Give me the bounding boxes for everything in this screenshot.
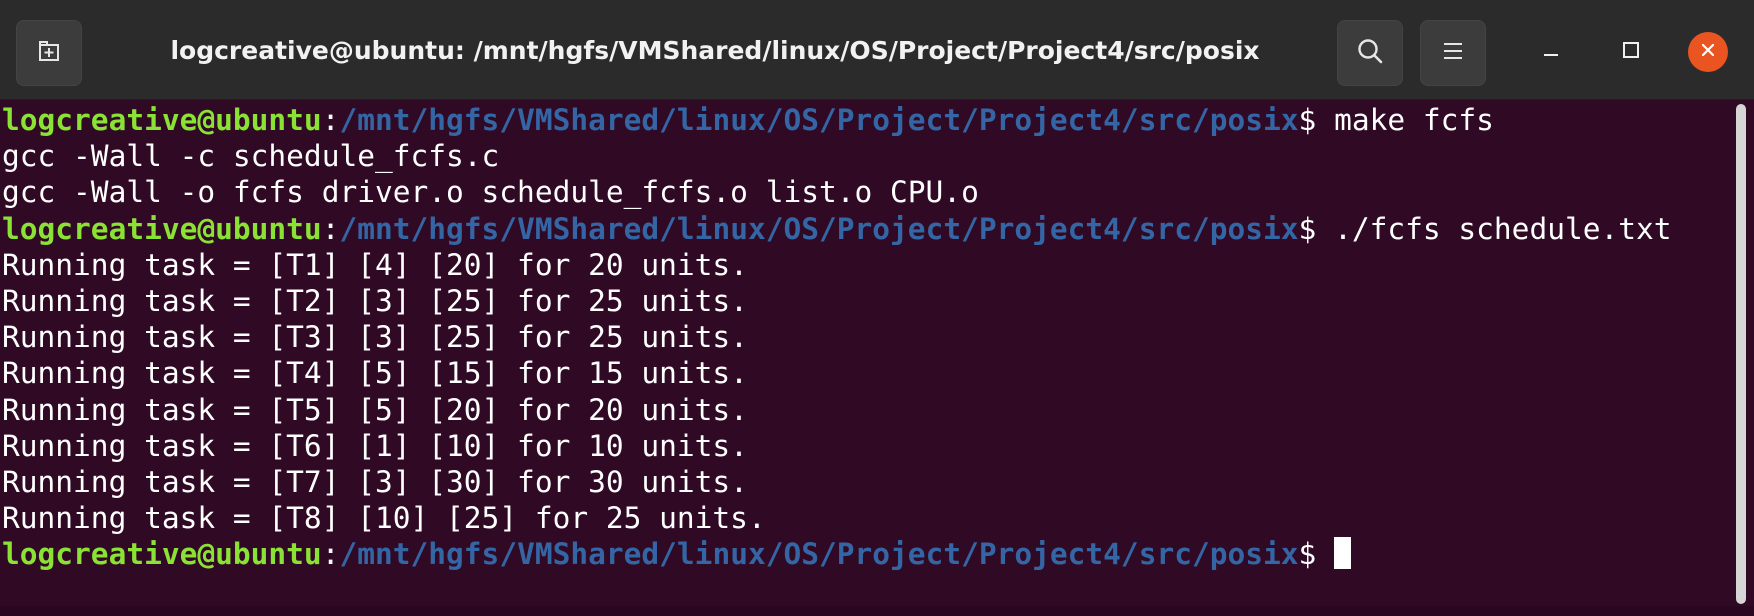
minimize-icon	[1540, 39, 1562, 66]
prompt-line: logcreative@ubuntu:/mnt/hgfs/VMShared/li…	[2, 536, 1735, 572]
output-text: Running task = [T7] [3] [30] for 30 unit…	[2, 464, 748, 499]
output-line: Running task = [T3] [3] [25] for 25 unit…	[2, 319, 1735, 355]
close-icon	[1698, 40, 1718, 65]
search-button[interactable]	[1337, 20, 1403, 86]
prompt-path: /mnt/hgfs/VMShared/linux/OS/Project/Proj…	[339, 537, 1299, 572]
terminal-window: logcreative@ubuntu: /mnt/hgfs/VMShared/l…	[0, 0, 1754, 616]
output-text: Running task = [T8] [10] [25] for 25 uni…	[2, 501, 766, 536]
command-text: ./fcfs schedule.txt	[1316, 211, 1672, 246]
minimize-button[interactable]	[1529, 30, 1573, 74]
new-tab-button[interactable]	[16, 20, 82, 86]
text-cursor	[1334, 537, 1352, 570]
output-text: Running task = [T5] [5] [20] for 20 unit…	[2, 392, 748, 427]
maximize-button[interactable]	[1609, 30, 1653, 74]
output-text: gcc -Wall -o fcfs driver.o schedule_fcfs…	[2, 175, 979, 210]
maximize-icon	[1620, 39, 1642, 66]
prompt-user: logcreative@ubuntu	[2, 537, 322, 572]
output-text: Running task = [T3] [3] [25] for 25 unit…	[2, 320, 748, 355]
prompt-line: logcreative@ubuntu:/mnt/hgfs/VMShared/li…	[2, 211, 1735, 247]
output-text: Running task = [T2] [3] [25] for 25 unit…	[2, 283, 748, 318]
menu-button[interactable]	[1420, 20, 1486, 86]
close-button[interactable]	[1688, 32, 1728, 72]
output-line: Running task = [T8] [10] [25] for 25 uni…	[2, 500, 1735, 536]
output-text: Running task = [T4] [5] [15] for 15 unit…	[2, 356, 748, 391]
command-text: make fcfs	[1316, 103, 1494, 137]
new-tab-icon	[34, 36, 64, 71]
terminal-output[interactable]: logcreative@ubuntu:/mnt/hgfs/VMShared/li…	[0, 100, 1735, 616]
prompt-symbol: $	[1298, 211, 1317, 246]
output-line: Running task = [T7] [3] [30] for 30 unit…	[2, 464, 1735, 500]
hamburger-menu-icon	[1440, 38, 1466, 69]
prompt-separator: :	[321, 537, 340, 572]
prompt-path: /mnt/hgfs/VMShared/linux/OS/Project/Proj…	[339, 103, 1299, 137]
search-icon	[1355, 36, 1385, 71]
window-title: logcreative@ubuntu: /mnt/hgfs/VMShared/l…	[170, 35, 1260, 65]
window-bottom-edge	[0, 606, 1754, 616]
output-text: Running task = [T6] [1] [10] for 10 unit…	[2, 428, 748, 463]
prompt-symbol: $	[1298, 537, 1317, 572]
prompt-path: /mnt/hgfs/VMShared/linux/OS/Project/Proj…	[339, 211, 1299, 246]
prompt-user: logcreative@ubuntu	[2, 211, 322, 246]
terminal-scrollbar[interactable]	[1736, 104, 1746, 604]
output-text: Running task = [T1] [4] [20] for 20 unit…	[2, 247, 748, 282]
output-text: gcc -Wall -c schedule_fcfs.c	[2, 139, 500, 174]
title-bar: logcreative@ubuntu: /mnt/hgfs/VMShared/l…	[0, 0, 1754, 100]
output-line: Running task = [T4] [5] [15] for 15 unit…	[2, 355, 1735, 391]
command-text	[1316, 537, 1334, 571]
prompt-separator: :	[321, 103, 340, 137]
prompt-line: logcreative@ubuntu:/mnt/hgfs/VMShared/li…	[2, 102, 1735, 138]
output-line: gcc -Wall -c schedule_fcfs.c	[2, 138, 1735, 174]
prompt-separator: :	[321, 211, 340, 246]
output-line: Running task = [T6] [1] [10] for 10 unit…	[2, 428, 1735, 464]
output-line: Running task = [T1] [4] [20] for 20 unit…	[2, 247, 1735, 283]
output-line: Running task = [T2] [3] [25] for 25 unit…	[2, 283, 1735, 319]
output-line: Running task = [T5] [5] [20] for 20 unit…	[2, 392, 1735, 428]
output-line: gcc -Wall -o fcfs driver.o schedule_fcfs…	[2, 174, 1735, 210]
prompt-symbol: $	[1298, 103, 1317, 137]
prompt-user: logcreative@ubuntu	[2, 103, 322, 137]
